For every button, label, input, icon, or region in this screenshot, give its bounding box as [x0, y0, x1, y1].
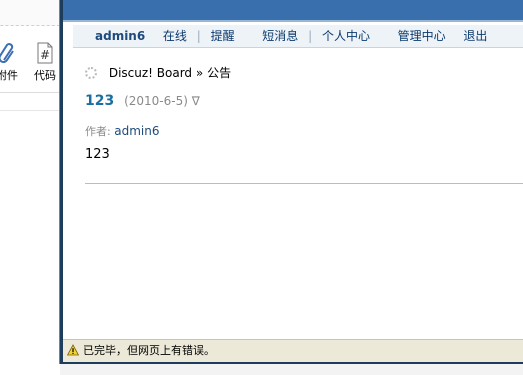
breadcrumb-separator: »	[195, 66, 204, 80]
code-hash-icon: #	[30, 42, 60, 64]
editor-divider	[0, 92, 60, 95]
post-title-row: 123 (2010-6-5) ∇	[85, 93, 200, 109]
post-body: 123	[85, 147, 110, 162]
warning-icon[interactable]	[66, 342, 80, 356]
paperclip-icon	[0, 42, 22, 64]
author-link[interactable]: admin6	[114, 124, 159, 138]
nav-item-messages[interactable]: 短消息	[262, 29, 298, 43]
background-editor-window: 附件 # 代码	[0, 0, 60, 375]
post-author-row: 作者: admin6	[85, 123, 159, 139]
post-date: (2010-6-5)	[124, 94, 188, 108]
nav-item-personal-center[interactable]: 个人中心	[322, 29, 370, 43]
nav-separator: |	[196, 29, 201, 43]
nav-separator: |	[308, 29, 313, 43]
user-navbar: admin6 在线 | 提醒 短消息 | 个人中心 管理中心 退出	[73, 25, 523, 48]
code-tool-button[interactable]: # 代码	[30, 42, 60, 83]
nav-item-reminders[interactable]: 提醒	[211, 29, 235, 43]
editor-input-area[interactable]	[0, 0, 60, 26]
post-divider	[85, 183, 523, 184]
breadcrumb: Discuz! Board » 公告	[85, 64, 231, 81]
code-tool-label: 代码	[34, 69, 56, 82]
breadcrumb-site-link[interactable]: Discuz! Board	[109, 66, 192, 80]
attachment-tool-button[interactable]: 附件	[0, 42, 22, 83]
nav-item-admin-center[interactable]: 管理中心	[398, 29, 446, 43]
breadcrumb-current: 公告	[207, 66, 232, 80]
nav-item-logout[interactable]: 退出	[463, 29, 487, 43]
loading-icon	[85, 67, 97, 79]
status-text: 已完毕，但网页上有错误。	[83, 344, 215, 357]
author-label: 作者:	[85, 125, 111, 138]
post-subject: 123	[85, 93, 115, 109]
attachment-tool-label: 附件	[0, 69, 18, 82]
collapse-toggle-icon[interactable]: ∇	[192, 94, 200, 108]
status-bar: 已完毕，但网页上有错误。	[63, 339, 523, 362]
browser-window: admin6 在线 | 提醒 短消息 | 个人中心 管理中心 退出 Discuz…	[60, 0, 523, 364]
editor-divider	[0, 110, 60, 111]
svg-text:#: #	[40, 48, 50, 62]
username-link[interactable]: admin6	[95, 29, 145, 43]
online-status-link[interactable]: 在线	[163, 29, 187, 43]
forum-header-band	[63, 0, 523, 22]
